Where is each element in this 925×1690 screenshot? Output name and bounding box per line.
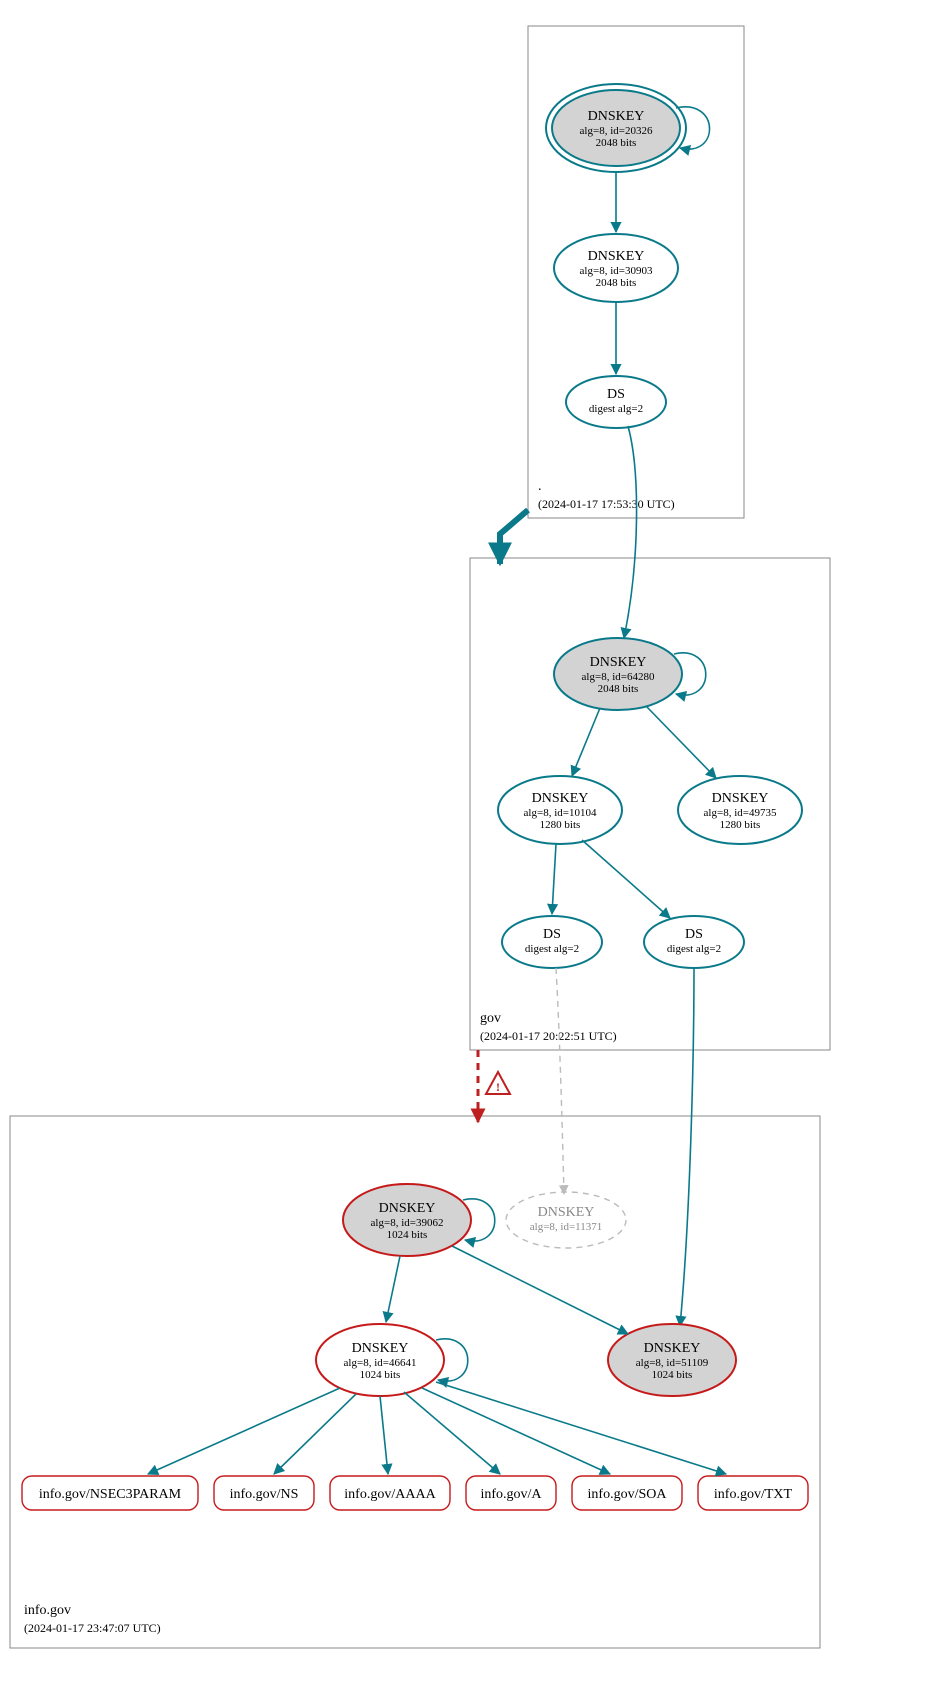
edge — [452, 1246, 628, 1334]
node-sub: 1024 bits — [360, 1369, 401, 1381]
node-label: DNSKEY — [588, 249, 645, 264]
zone-root: DNSKEY alg=8, id=20326 2048 bits DNSKEY … — [528, 26, 744, 518]
node-sub: alg=8, id=49735 — [704, 807, 777, 819]
node-label: DNSKEY — [538, 1205, 595, 1220]
edge — [582, 840, 670, 918]
zone-infogov: ! DNSKEY alg=8, id=39062 1024 bits DNSKE… — [10, 968, 820, 1648]
warning-icon: ! — [486, 1072, 510, 1094]
node-label: DNSKEY — [379, 1201, 436, 1216]
rrset-aaaa: info.gov/AAAA — [330, 1476, 450, 1510]
node-sub: digest alg=2 — [525, 943, 579, 955]
svg-text:!: ! — [496, 1080, 500, 1094]
node-sub: alg=8, id=20326 — [580, 125, 653, 137]
node-sub: 1280 bits — [720, 819, 761, 831]
node-label: DS — [607, 387, 625, 402]
node-sub: alg=8, id=46641 — [344, 1357, 417, 1369]
edge — [404, 1392, 500, 1474]
node-infogov-ksk: DNSKEY alg=8, id=39062 1024 bits — [343, 1184, 471, 1256]
edge — [274, 1394, 356, 1474]
node-root-zsk: DNSKEY alg=8, id=30903 2048 bits — [554, 234, 678, 302]
rrset-nsec3param: info.gov/NSEC3PARAM — [22, 1476, 198, 1510]
node-root-ksk: DNSKEY alg=8, id=20326 2048 bits — [546, 84, 686, 172]
edge-ds-to-dnskey — [680, 968, 694, 1326]
rrset-soa: info.gov/SOA — [572, 1476, 682, 1510]
rrset-ns: info.gov/NS — [214, 1476, 314, 1510]
node-root-ds: DS digest alg=2 — [566, 376, 666, 428]
zone-label: info.gov — [24, 1603, 71, 1618]
edge — [148, 1388, 340, 1474]
edge — [386, 1256, 400, 1322]
node-sub: alg=8, id=64280 — [582, 671, 655, 683]
zone-label: gov — [480, 1011, 501, 1026]
node-infogov-ksk2: DNSKEY alg=8, id=51109 1024 bits — [608, 1324, 736, 1396]
zone-timestamp: (2024-01-17 20:22:51 UTC) — [480, 1029, 617, 1043]
node-infogov-ghost: DNSKEY alg=8, id=11371 — [506, 1192, 626, 1248]
node-sub: 2048 bits — [596, 277, 637, 289]
edge — [646, 706, 716, 778]
node-sub: digest alg=2 — [589, 403, 643, 415]
rr-label: info.gov/AAAA — [344, 1487, 436, 1502]
node-sub: 2048 bits — [596, 137, 637, 149]
zone-timestamp: (2024-01-17 17:53:30 UTC) — [538, 497, 675, 511]
delegation-edge — [500, 510, 528, 564]
node-sub: digest alg=2 — [667, 943, 721, 955]
node-label: DS — [685, 927, 703, 942]
node-sub: 1024 bits — [387, 1229, 428, 1241]
node-infogov-zsk: DNSKEY alg=8, id=46641 1024 bits — [316, 1324, 444, 1396]
rr-label: info.gov/NSEC3PARAM — [39, 1487, 182, 1502]
node-label: DNSKEY — [588, 109, 645, 124]
node-sub: alg=8, id=10104 — [524, 807, 597, 819]
edge-ds-to-ghost — [556, 968, 564, 1194]
node-sub: 1280 bits — [540, 819, 581, 831]
node-label: DNSKEY — [352, 1341, 409, 1356]
rr-label: info.gov/NS — [230, 1487, 299, 1502]
node-gov-zsk1: DNSKEY alg=8, id=10104 1280 bits — [498, 776, 622, 844]
node-gov-zsk2: DNSKEY alg=8, id=49735 1280 bits — [678, 776, 802, 844]
edge — [552, 844, 556, 914]
node-label: DNSKEY — [590, 655, 647, 670]
node-sub: 1024 bits — [652, 1369, 693, 1381]
rr-label: info.gov/TXT — [714, 1487, 793, 1502]
zone-gov: DNSKEY alg=8, id=64280 2048 bits DNSKEY … — [470, 426, 830, 1050]
node-sub: alg=8, id=30903 — [580, 265, 653, 277]
node-label: DNSKEY — [712, 791, 769, 806]
rr-label: info.gov/SOA — [588, 1487, 668, 1502]
zone-label: . — [538, 479, 542, 494]
zone-timestamp: (2024-01-17 23:47:07 UTC) — [24, 1621, 161, 1635]
dnssec-diagram: DNSKEY alg=8, id=20326 2048 bits DNSKEY … — [0, 0, 925, 1690]
node-sub: alg=8, id=51109 — [636, 1357, 709, 1369]
edge-ds-to-dnskey — [624, 426, 637, 638]
node-label: DNSKEY — [644, 1341, 701, 1356]
edge — [380, 1396, 388, 1474]
rrset-a: info.gov/A — [466, 1476, 556, 1510]
node-gov-ksk: DNSKEY alg=8, id=64280 2048 bits — [554, 638, 682, 710]
node-gov-ds2: DS digest alg=2 — [644, 916, 744, 968]
rrset-txt: info.gov/TXT — [698, 1476, 808, 1510]
node-sub: 2048 bits — [598, 683, 639, 695]
node-sub: alg=8, id=39062 — [371, 1217, 444, 1229]
node-label: DNSKEY — [532, 791, 589, 806]
node-sub: alg=8, id=11371 — [530, 1221, 603, 1233]
node-gov-ds1: DS digest alg=2 — [502, 916, 602, 968]
edge — [572, 708, 600, 776]
node-label: DS — [543, 927, 561, 942]
rr-label: info.gov/A — [480, 1487, 542, 1502]
